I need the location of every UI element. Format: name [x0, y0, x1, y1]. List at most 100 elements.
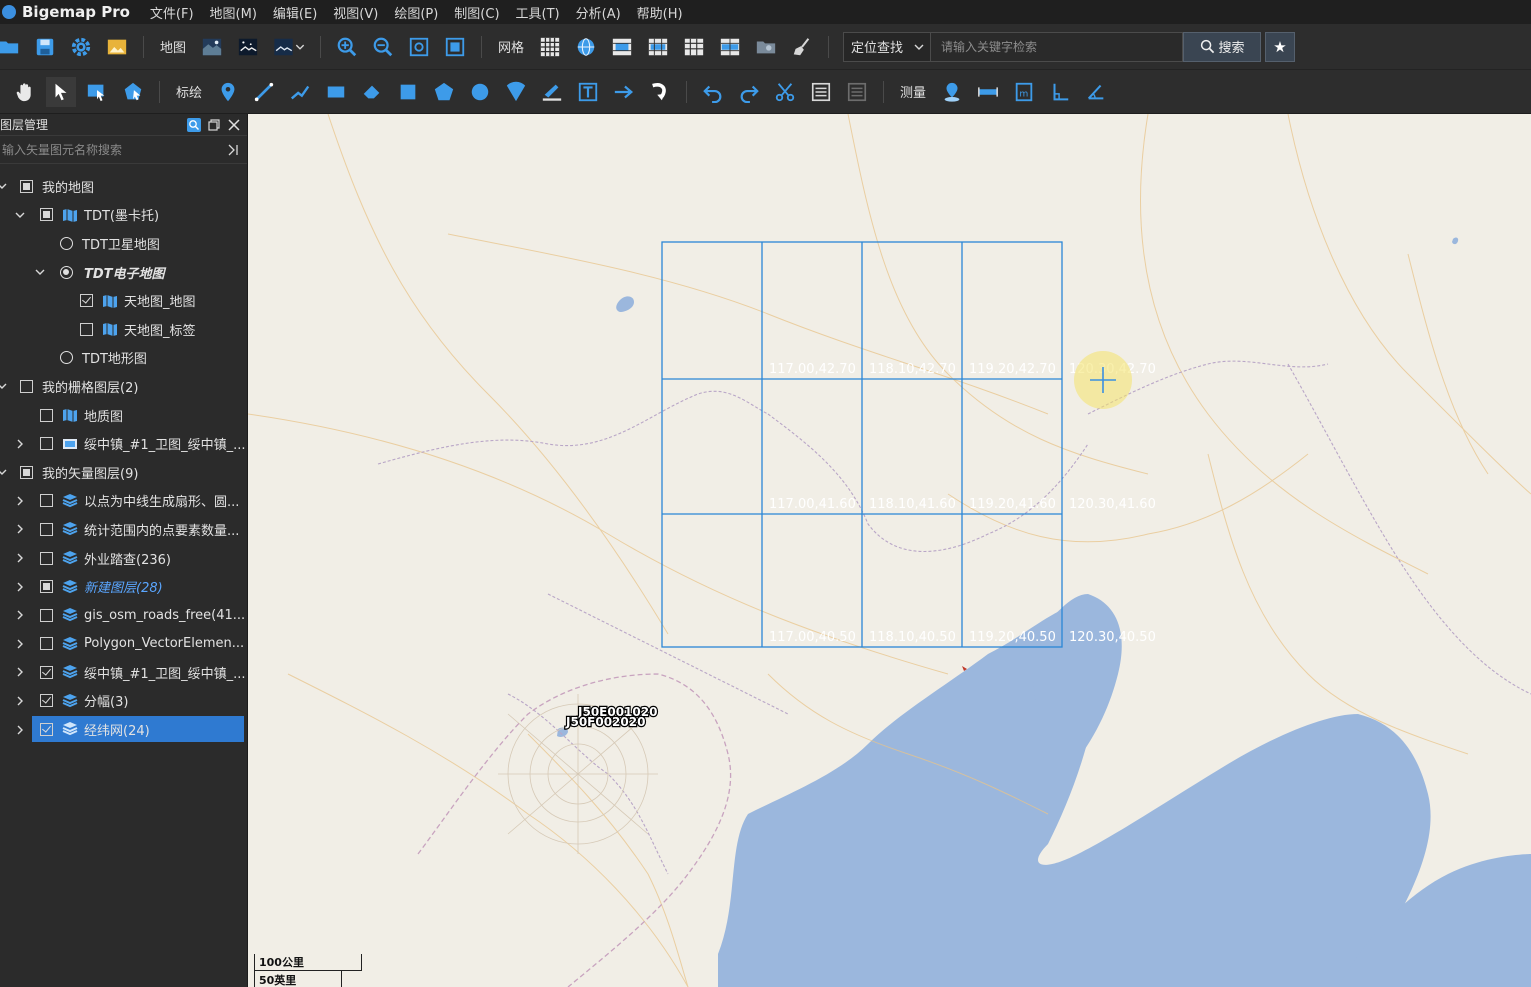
measure-area-button[interactable]: m — [1009, 77, 1039, 107]
layer-item-tdt-electronic[interactable]: TDT电子地图 — [0, 258, 247, 287]
chevron-right-icon[interactable] — [14, 438, 26, 450]
layer-checkbox[interactable] — [40, 551, 53, 565]
layer-checkbox[interactable] — [20, 465, 33, 479]
layer-radio[interactable] — [60, 351, 73, 365]
menu-view[interactable]: 视图(V) — [333, 3, 378, 22]
mgrs-button[interactable] — [715, 32, 745, 62]
utm-grid-button[interactable] — [643, 32, 673, 62]
chevron-down-icon[interactable] — [0, 180, 8, 192]
menu-help[interactable]: 帮助(H) — [637, 3, 683, 22]
layer-search-input[interactable]: 输入矢量图元名称搜索 — [0, 141, 122, 158]
layer-item-graticule-row[interactable]: 经纬网(24) — [0, 715, 247, 744]
menu-cartography[interactable]: 制图(C) — [454, 3, 499, 22]
draw-pentagon-button[interactable] — [429, 77, 459, 107]
layer-group-raster[interactable]: 我的栅格图层(2) — [0, 372, 247, 401]
grid-button[interactable] — [535, 32, 565, 62]
cut-button[interactable] — [770, 77, 800, 107]
draw-ruler-button[interactable] — [537, 77, 567, 107]
chevron-down-icon[interactable] — [0, 466, 8, 478]
graticule-button[interactable] — [571, 32, 601, 62]
settings-button[interactable] — [66, 32, 96, 62]
layer-item-polygon[interactable]: Polygon_VectorElemen... — [0, 630, 247, 659]
km-grid-button[interactable] — [607, 32, 637, 62]
layer-checkbox[interactable] — [40, 665, 53, 679]
layer-item-survey[interactable]: 外业踏查(236) — [0, 544, 247, 573]
map-source-2-button[interactable] — [233, 32, 263, 62]
chevron-right-icon[interactable] — [14, 552, 26, 564]
layer-checkbox[interactable] — [40, 437, 53, 451]
draw-eraser-button[interactable] — [357, 77, 387, 107]
draw-polyline-button[interactable] — [285, 77, 315, 107]
chevron-right-icon[interactable] — [14, 695, 26, 707]
select-rect-button[interactable] — [82, 77, 112, 107]
layer-item-tdt-label[interactable]: 天地图_标签 — [0, 315, 247, 344]
layer-item-sector[interactable]: 以点为中线生成扇形、圆... — [0, 487, 247, 516]
measure-distance-button[interactable] — [973, 77, 1003, 107]
map-source-1-button[interactable] — [197, 32, 227, 62]
draw-line-button[interactable] — [249, 77, 279, 107]
draw-square-button[interactable] — [393, 77, 423, 107]
map-canvas[interactable]: 117.00,42.70 118.10,42.70 119.20,42.70 1… — [248, 114, 1531, 987]
layer-checkbox[interactable] — [80, 322, 93, 336]
full-extent-button[interactable] — [440, 32, 470, 62]
chevron-right-icon[interactable] — [14, 724, 26, 736]
chevron-right-icon[interactable] — [14, 609, 26, 621]
layer-checkbox[interactable] — [40, 694, 53, 708]
draw-circle-button[interactable] — [465, 77, 495, 107]
chevron-right-icon[interactable] — [14, 495, 26, 507]
save-button[interactable] — [30, 32, 60, 62]
open-folder-button[interactable] — [0, 32, 24, 62]
menu-analysis[interactable]: 分析(A) — [576, 3, 621, 22]
layer-item-tdt-map[interactable]: 天地图_地图 — [0, 286, 247, 315]
layer-checkbox[interactable] — [40, 722, 53, 736]
draw-arrow-button[interactable] — [609, 77, 639, 107]
layer-item-graticule[interactable]: 经纬网(24) — [32, 716, 244, 743]
zoom-out-button[interactable] — [368, 32, 398, 62]
zoom-in-button[interactable] — [332, 32, 362, 62]
chevron-right-icon[interactable] — [14, 666, 26, 678]
collapse-panel-icon[interactable] — [227, 144, 239, 156]
layer-item-suizhong-raster[interactable]: 绥中镇_#1_卫图_绥中镇_... — [0, 429, 247, 458]
measure-height-button[interactable] — [1045, 77, 1075, 107]
folder-map-button[interactable] — [751, 32, 781, 62]
menu-draw[interactable]: 绘图(P) — [394, 3, 438, 22]
layer-checkbox[interactable] — [40, 494, 53, 508]
select-polygon-button[interactable] — [118, 77, 148, 107]
layer-radio[interactable] — [60, 265, 73, 279]
layer-checkbox[interactable] — [40, 637, 53, 651]
search-input[interactable]: 请输入关键字检索 — [931, 31, 1184, 62]
attribute-table-button[interactable] — [806, 77, 836, 107]
locate-mode-select[interactable]: 定位查找 — [843, 31, 932, 62]
layer-checkbox[interactable] — [40, 208, 53, 222]
layer-item-geology[interactable]: 地质图 — [0, 401, 247, 430]
menu-tools[interactable]: 工具(T) — [516, 3, 560, 22]
pan-button[interactable] — [10, 77, 40, 107]
favorites-button[interactable]: ★ — [1265, 31, 1296, 62]
attribute-list-button[interactable] — [842, 77, 872, 107]
chevron-down-icon[interactable] — [34, 266, 46, 278]
chevron-right-icon[interactable] — [14, 581, 26, 593]
layer-item-osm-roads[interactable]: gis_osm_roads_free(41... — [0, 601, 247, 630]
select-button[interactable] — [46, 76, 76, 107]
layer-item-new-layer[interactable]: 新建图层(28) — [0, 572, 247, 601]
layer-checkbox[interactable] — [40, 580, 53, 594]
image-button[interactable] — [102, 32, 132, 62]
layer-item-stats[interactable]: 统计范围内的点要素数量... — [0, 515, 247, 544]
draw-sector-button[interactable] — [501, 77, 531, 107]
measure-angle-button[interactable] — [1081, 77, 1111, 107]
search-button[interactable]: 搜索 — [1183, 31, 1262, 62]
layer-group-my-map[interactable]: 我的地图 — [0, 172, 247, 201]
redo-button[interactable] — [734, 77, 764, 107]
layer-checkbox[interactable] — [40, 608, 53, 622]
chevron-right-icon[interactable] — [14, 638, 26, 650]
layer-item-sheets[interactable]: 分幅(3) — [0, 687, 247, 716]
panel-close-button[interactable] — [227, 118, 241, 132]
menu-map[interactable]: 地图(M) — [210, 3, 257, 22]
panel-float-button[interactable] — [207, 118, 221, 132]
chevron-down-icon[interactable] — [0, 380, 8, 392]
layer-checkbox[interactable] — [40, 408, 53, 422]
sheet-grid-button[interactable] — [679, 32, 709, 62]
layer-group-vector[interactable]: 我的矢量图层(9) — [0, 458, 247, 487]
undo-button[interactable] — [698, 77, 728, 107]
layer-checkbox[interactable] — [20, 379, 33, 393]
